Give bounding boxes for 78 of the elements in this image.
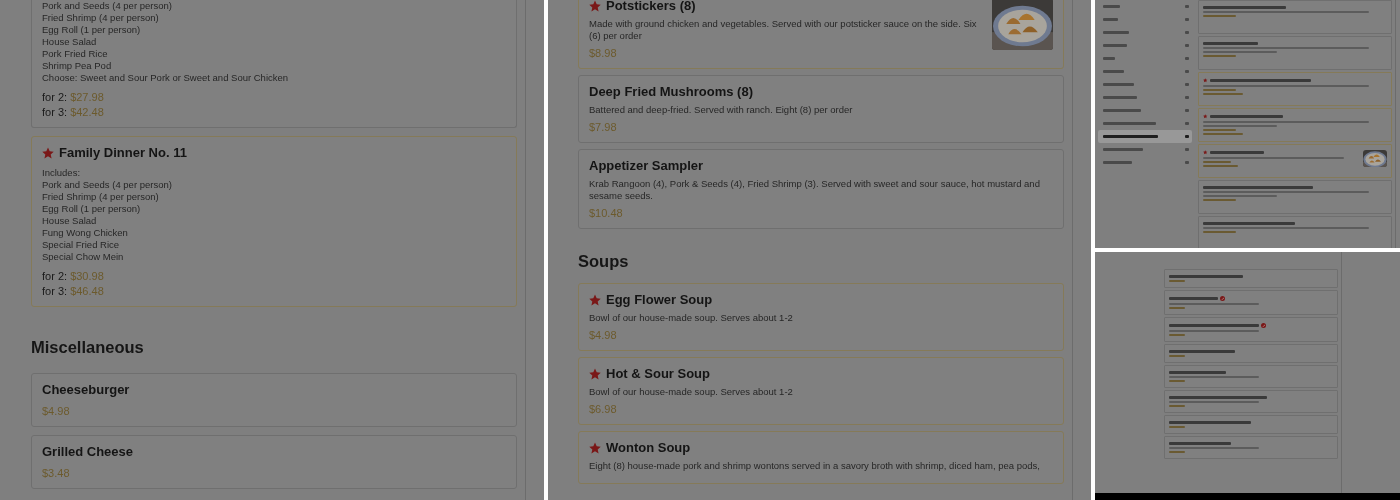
star-icon — [1203, 114, 1208, 119]
category-item[interactable] — [1098, 130, 1192, 143]
menu-card[interactable] — [1198, 216, 1392, 248]
menu-card[interactable] — [31, 136, 517, 307]
menu-card[interactable]: Grilled Cheese $3.48 — [31, 435, 517, 489]
menu-card[interactable] — [1164, 415, 1338, 434]
menu-card[interactable]: Hot & Sour Soup Bowl of our house-made soup. Serves about 1-2 $6.98 — [578, 357, 1064, 425]
menu-card[interactable]: Cheeseburger $4.98 — [31, 373, 517, 427]
menu-card[interactable]: Egg Flower Soup Bowl of our house-made soup. Serves about 1-2 $4.98 — [578, 283, 1064, 351]
section-heading: Soups — [578, 251, 630, 271]
chili-icon — [1220, 296, 1226, 301]
menu-card[interactable] — [1198, 108, 1392, 142]
included-item: Special Fried Rice — [42, 239, 121, 251]
item-description: Made with ground chicken and vegetables. Served with our potsticker sauce on the side. Six (6) per order — [589, 18, 978, 42]
menu-card[interactable]: Appetizer Sampler Krab Rangoon (4), Pork & Seeds (4), Fried Shrimp (3). Served with sweet and sour sauce, hot mustard and sesame seeds. $10.48 — [578, 149, 1064, 229]
price-line: for 3: $42.48 — [42, 105, 105, 120]
star-icon — [42, 146, 54, 159]
included-item: Fried Shrimp (4 per person) — [42, 191, 160, 203]
price-line: $6.98 — [589, 402, 618, 417]
star-icon — [1203, 78, 1208, 83]
section-heading: Miscellaneous — [31, 337, 145, 357]
menu-card[interactable] — [1198, 0, 1392, 34]
item-title: Egg Flower Soup — [606, 292, 713, 307]
menu-card[interactable] — [1164, 317, 1338, 342]
menu-card[interactable] — [1164, 436, 1338, 459]
included-item: Fung Wong Chicken — [42, 227, 129, 239]
menu-card[interactable]: Wonton Soup Eight (8) house-made pork and shrimp wontons served in a savory broth with shrimp, diced ham, pea pods, — [578, 431, 1064, 484]
included-item: Pork Fried Rice — [42, 48, 109, 60]
item-title: Hot & Sour Soup — [606, 366, 710, 381]
included-item: Includes: — [42, 167, 82, 179]
item-title: Appetizer Sampler — [589, 158, 704, 173]
price-line: $4.98 — [589, 328, 618, 343]
price-line: $10.48 — [589, 206, 624, 221]
included-item: Shrimp Pea Pod — [42, 60, 113, 72]
item-title: Deep Fried Mushrooms (8) — [589, 84, 753, 99]
included-item: Pork and Seeds (4 per person) — [42, 0, 173, 12]
price-line: for 2: $27.98 — [42, 90, 105, 105]
item-title: Cheeseburger — [42, 382, 130, 397]
item-description: Eight (8) house-made pork and shrimp wontons served in a savory broth with shrimp, diced ham, pea pods, — [589, 460, 1041, 472]
price-line: $7.98 — [589, 120, 618, 135]
included-item: Egg Roll (1 per person) — [42, 24, 142, 36]
menu-card[interactable]: Potstickers (8) Made with ground chicken and vegetables. Served with our potsticker sauce on the side. Six (6) per order $8.98 — [578, 0, 1064, 69]
included-item: Egg Roll (1 per person) — [42, 203, 142, 215]
star-icon — [589, 293, 601, 306]
menu-card[interactable]: Deep Fried Mushrooms (8) Battered and deep-fried. Served with ranch. Eight (8) per order $7.98 — [578, 75, 1064, 143]
item-title: Grilled Cheese — [42, 444, 134, 459]
menu-card[interactable] — [1198, 72, 1392, 106]
included-item: Special Chow Mein — [42, 251, 125, 263]
included-item: House Salad — [42, 215, 98, 227]
price-line: for 2: $30.98 — [42, 269, 105, 284]
star-icon — [1203, 150, 1208, 155]
star-icon — [589, 367, 601, 380]
menu-card[interactable] — [1198, 144, 1392, 178]
included-item: Pork and Seeds (4 per person) — [42, 179, 173, 191]
menu-card[interactable] — [1164, 269, 1338, 288]
star-icon — [589, 441, 601, 454]
item-description: Battered and deep-fried. Served with ranch. Eight (8) per order — [589, 104, 854, 116]
menu-card[interactable] — [1198, 180, 1392, 214]
item-title: Potstickers (8) — [606, 0, 696, 13]
menu-card[interactable] — [1164, 344, 1338, 363]
menu-card[interactable] — [1164, 390, 1338, 413]
item-description: Bowl of our house-made soup. Serves about 1-2 — [589, 312, 794, 324]
price-line: for 3: $46.48 — [42, 284, 105, 299]
star-icon — [589, 0, 601, 12]
included-item: House Salad — [42, 36, 98, 48]
item-title: Wonton Soup — [606, 440, 691, 455]
item-title: Family Dinner No. 11 — [59, 145, 187, 160]
included-item: Choose: Sweet and Sour Pork or Sweet and Sour Chicken — [42, 72, 290, 84]
menu-card[interactable] — [1164, 365, 1338, 388]
price-line: $8.98 — [589, 46, 618, 61]
included-item: Fried Shrimp (4 per person) — [42, 12, 160, 24]
menu-card[interactable] — [1164, 290, 1338, 315]
item-description: Bowl of our house-made soup. Serves about 1-2 — [589, 386, 794, 398]
price-line: $3.48 — [42, 466, 71, 481]
item-description: Krab Rangoon (4), Pork & Seeds (4), Fried Shrimp (3). Served with sweet and sour sauce, hot mustard and sesame seeds. — [589, 178, 1041, 202]
menu-card[interactable] — [1198, 36, 1392, 70]
price-line: $4.98 — [42, 404, 71, 419]
chili-icon — [1261, 323, 1267, 328]
